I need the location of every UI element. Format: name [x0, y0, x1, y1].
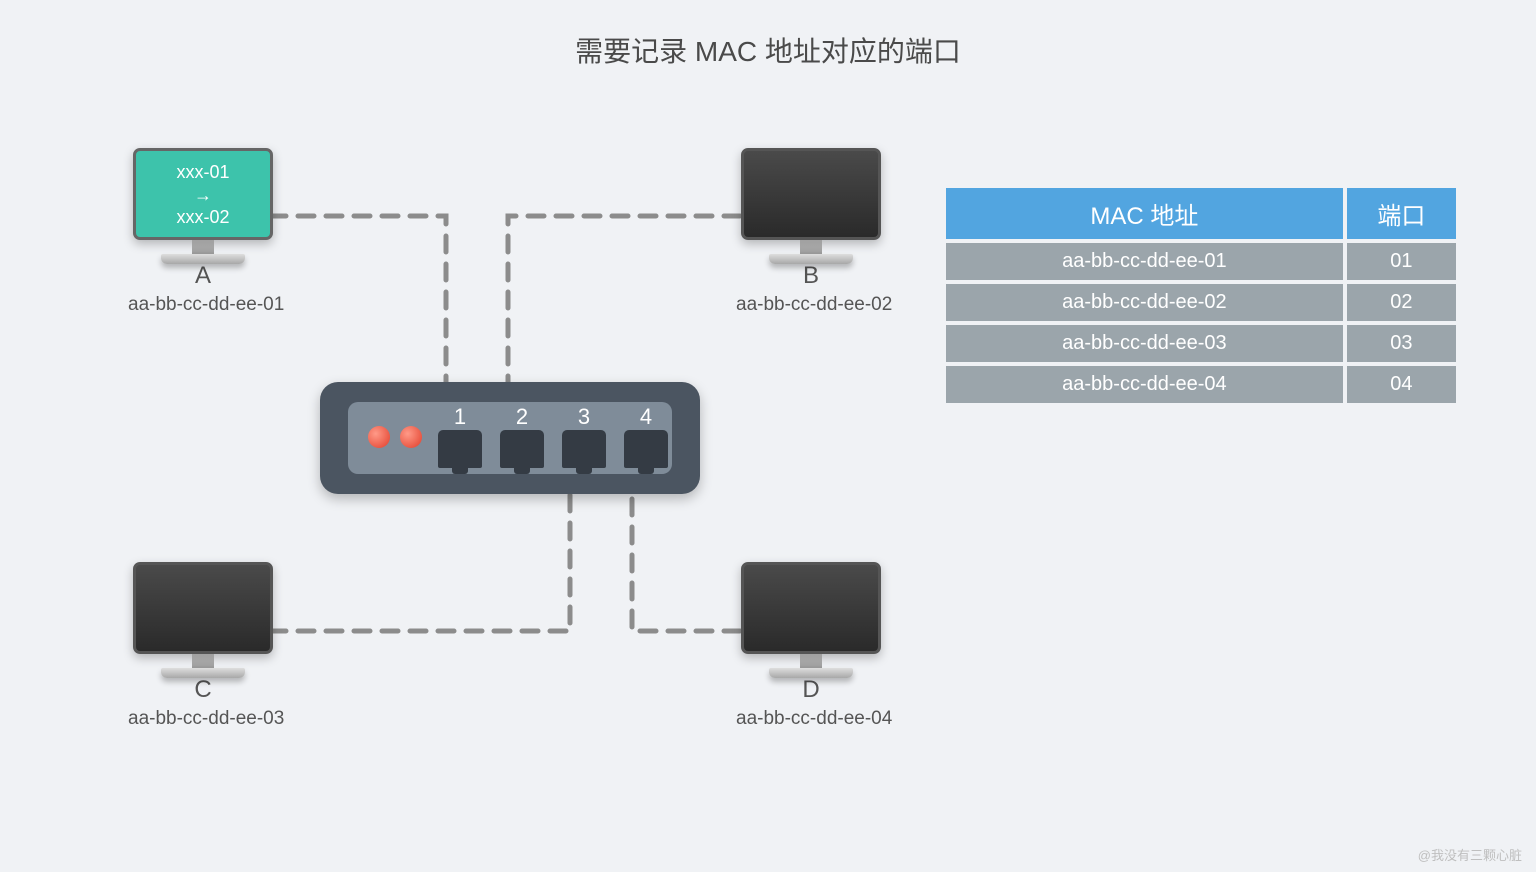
cell-mac: aa-bb-cc-dd-ee-03 [946, 325, 1343, 362]
switch-port-3 [562, 430, 606, 468]
computer-a-mac: aa-bb-cc-dd-ee-01 [128, 294, 278, 316]
table-header-row: MAC 地址 端口 [946, 188, 1456, 239]
computer-d-screen [741, 562, 881, 654]
diagram-title: 需要记录 MAC 地址对应的端口 [0, 30, 1536, 70]
computer-d-label: D [736, 676, 886, 704]
computer-b-label: B [736, 262, 886, 290]
switch-led-icon [400, 426, 422, 448]
computer-b-screen [741, 148, 881, 240]
computer-a-screen: xxx-01 → xxx-02 [133, 148, 273, 240]
cell-port: 02 [1347, 284, 1456, 321]
switch-port-1 [438, 430, 482, 468]
table-row: aa-bb-cc-dd-ee-01 01 [946, 243, 1456, 280]
computer-d-mac: aa-bb-cc-dd-ee-04 [736, 708, 886, 730]
computer-b: B aa-bb-cc-dd-ee-02 [736, 148, 886, 316]
cell-mac: aa-bb-cc-dd-ee-01 [946, 243, 1343, 280]
header-mac: MAC 地址 [946, 188, 1343, 239]
computer-a-label: A [128, 262, 278, 290]
switch-port-2-label: 2 [500, 404, 544, 430]
cell-mac: aa-bb-cc-dd-ee-04 [946, 366, 1343, 403]
mac-address-table: MAC 地址 端口 aa-bb-cc-dd-ee-01 01 aa-bb-cc-… [942, 184, 1460, 407]
computer-c-mac: aa-bb-cc-dd-ee-03 [128, 708, 278, 730]
computer-c-label: C [128, 676, 278, 704]
watermark: @我没有三颗心脏 [1418, 845, 1522, 864]
switch-port-4-label: 4 [624, 404, 668, 430]
switch-port-3-label: 3 [562, 404, 606, 430]
table-row: aa-bb-cc-dd-ee-02 02 [946, 284, 1456, 321]
connection-lines [0, 0, 1536, 872]
switch-port-4 [624, 430, 668, 468]
cell-port: 03 [1347, 325, 1456, 362]
computer-b-mac: aa-bb-cc-dd-ee-02 [736, 294, 886, 316]
cell-mac: aa-bb-cc-dd-ee-02 [946, 284, 1343, 321]
packet-message: xxx-01 → xxx-02 [136, 151, 270, 229]
computer-a: xxx-01 → xxx-02 A aa-bb-cc-dd-ee-01 [128, 148, 278, 316]
header-port: 端口 [1347, 188, 1456, 239]
cell-port: 04 [1347, 366, 1456, 403]
switch-port-1-label: 1 [438, 404, 482, 430]
switch-led-icon [368, 426, 390, 448]
network-switch: 1 2 3 4 [320, 382, 700, 494]
computer-c: C aa-bb-cc-dd-ee-03 [128, 562, 278, 730]
table-row: aa-bb-cc-dd-ee-04 04 [946, 366, 1456, 403]
cell-port: 01 [1347, 243, 1456, 280]
computer-d: D aa-bb-cc-dd-ee-04 [736, 562, 886, 730]
switch-port-2 [500, 430, 544, 468]
table-row: aa-bb-cc-dd-ee-03 03 [946, 325, 1456, 362]
computer-c-screen [133, 562, 273, 654]
